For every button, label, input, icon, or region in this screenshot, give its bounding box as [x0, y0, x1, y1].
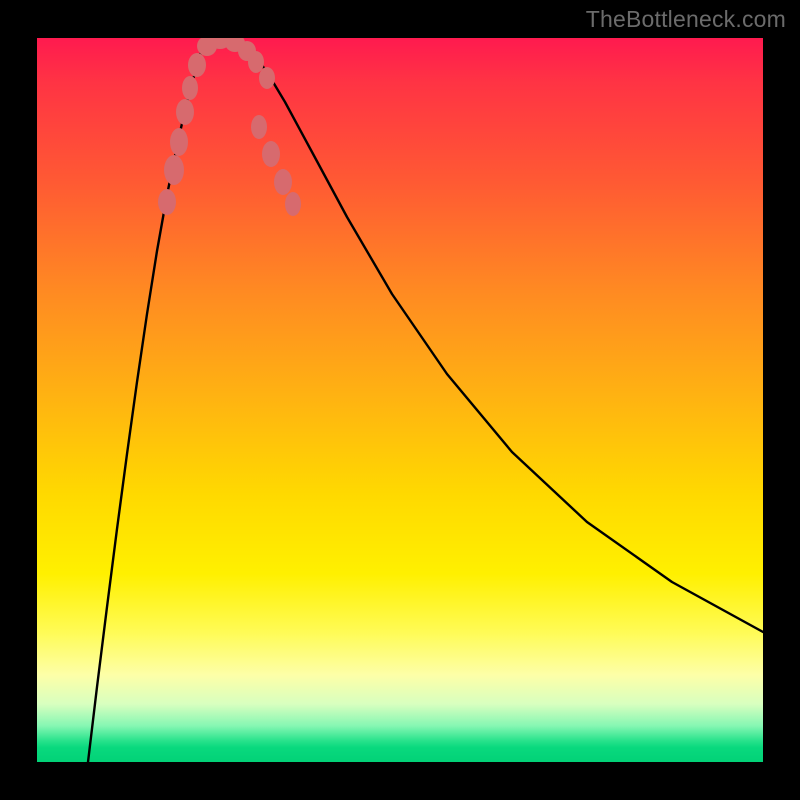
- data-marker: [259, 67, 275, 89]
- bottleneck-curve: [88, 38, 763, 762]
- data-marker: [248, 51, 264, 73]
- watermark-text: TheBottleneck.com: [586, 6, 786, 33]
- data-marker: [158, 189, 176, 215]
- data-marker: [274, 169, 292, 195]
- curve-path: [88, 38, 763, 762]
- data-marker: [170, 128, 188, 156]
- data-marker: [164, 155, 184, 185]
- chart-frame: TheBottleneck.com: [0, 0, 800, 800]
- chart-svg: [37, 38, 763, 762]
- data-marker: [182, 76, 198, 100]
- data-marker: [285, 192, 301, 216]
- data-marker: [188, 53, 206, 77]
- data-marker: [176, 99, 194, 125]
- data-marker: [251, 115, 267, 139]
- data-markers: [158, 38, 301, 216]
- data-marker: [262, 141, 280, 167]
- plot-area: [37, 38, 763, 762]
